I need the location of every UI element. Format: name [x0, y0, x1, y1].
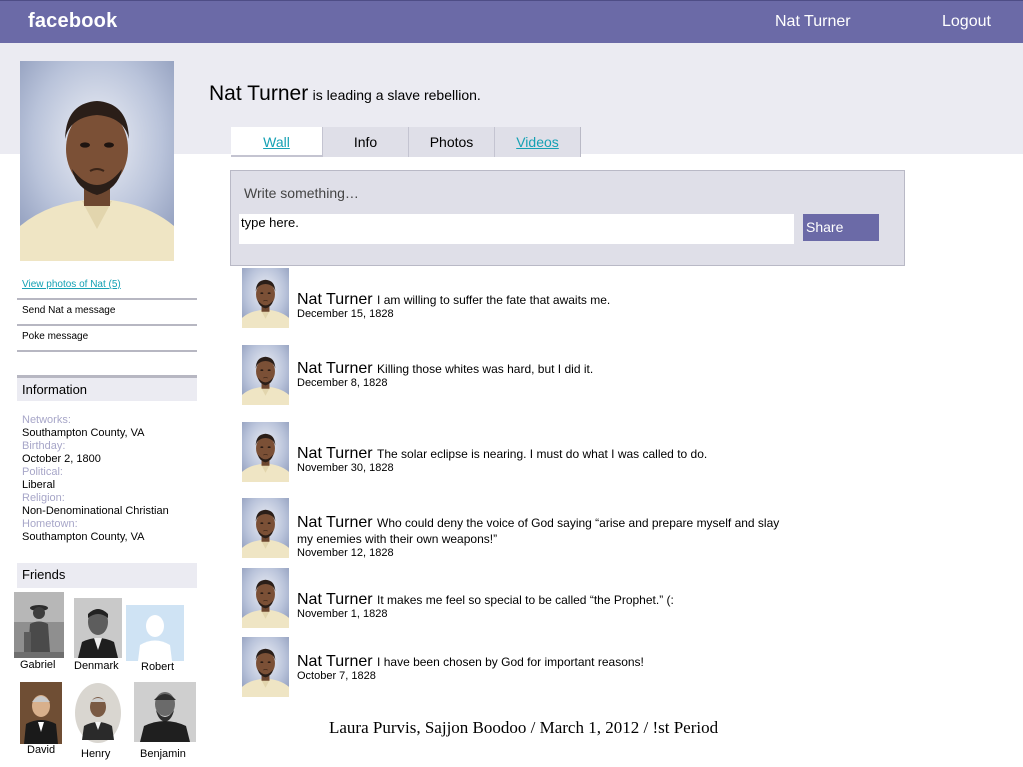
post-date: December 8, 1828 — [297, 377, 388, 389]
logout-link[interactable]: Logout — [942, 13, 991, 31]
default-avatar-icon — [126, 605, 184, 661]
post-author-name[interactable]: Nat Turner — [297, 360, 373, 377]
profile-name: Nat Turner — [209, 82, 309, 105]
friend-david[interactable]: David — [20, 682, 62, 762]
friend-photo — [74, 598, 122, 658]
friend-photo — [74, 682, 122, 744]
footer-credit: Laura Purvis, Sajjon Boodoo / March 1, 2… — [329, 718, 719, 737]
post-author-avatar[interactable] — [242, 637, 289, 697]
political-label: Political: — [22, 466, 63, 478]
post-author-avatar[interactable] — [242, 268, 289, 328]
information-heading: Information — [17, 375, 197, 401]
send-message-link[interactable]: Send Nat a message — [17, 301, 197, 326]
composer-input[interactable]: type here. — [239, 214, 794, 244]
tab-wall[interactable]: Wall — [231, 127, 323, 157]
poke-link[interactable]: Poke message — [17, 327, 197, 352]
post-date: December 15, 1828 — [297, 308, 394, 320]
information-list: Networks: Southampton County, VA Birthda… — [22, 414, 169, 544]
facebook-logo[interactable]: facebook — [28, 10, 117, 33]
profile-tabs: Wall Info Photos Videos — [231, 127, 581, 157]
tab-videos[interactable]: Videos — [495, 127, 581, 157]
profile-headline: Nat Turner is leading a slave rebellion. — [209, 82, 481, 106]
post-message: The solar eclipse is nearing. I must do … — [377, 447, 708, 461]
share-button[interactable]: Share — [803, 214, 879, 241]
friend-gabriel[interactable]: Gabriel — [13, 592, 65, 671]
tab-info[interactable]: Info — [323, 127, 409, 157]
post-date: November 30, 1828 — [297, 462, 394, 474]
top-nav-bar: facebook Nat Turner Logout — [0, 0, 1023, 43]
friend-photo — [14, 592, 64, 658]
post-author-name[interactable]: Nat Turner — [297, 514, 373, 531]
post-author-name[interactable]: Nat Turner — [297, 591, 373, 608]
friend-benjamin[interactable]: Benjamin — [134, 682, 196, 762]
post-message: I have been chosen by God for important … — [377, 655, 644, 669]
profile-name-link[interactable]: Nat Turner — [775, 13, 851, 31]
profile-picture[interactable] — [20, 61, 174, 261]
profile-action-links: View photos of Nat (5) Send Nat a messag… — [17, 275, 197, 353]
post-date: October 7, 1828 — [297, 670, 376, 682]
hometown-label: Hometown: — [22, 518, 78, 530]
post-author-avatar[interactable] — [242, 422, 289, 482]
friends-heading: Friends — [17, 563, 197, 588]
friend-photo — [20, 682, 62, 744]
post-date: November 1, 1828 — [297, 608, 388, 620]
post-author-avatar[interactable] — [242, 345, 289, 405]
post-date: November 12, 1828 — [297, 547, 394, 559]
post-author-avatar[interactable] — [242, 568, 289, 628]
wall-composer: Write something… type here. Share — [230, 170, 905, 266]
birthday-value: October 2, 1800 — [22, 453, 101, 465]
friend-denmark[interactable]: Denmark — [74, 598, 122, 672]
religion-value: Non-Denominational Christian — [22, 505, 169, 517]
political-value: Liberal — [22, 479, 56, 491]
composer-label: Write something… — [244, 185, 359, 201]
birthday-label: Birthday: — [22, 440, 66, 452]
friend-robert[interactable]: Robert — [126, 605, 184, 673]
friend-henry[interactable]: Henry — [74, 682, 122, 762]
profile-status: is leading a slave rebellion. — [312, 87, 481, 103]
post-author-avatar[interactable] — [242, 498, 289, 558]
tab-photos[interactable]: Photos — [409, 127, 495, 157]
friend-photo — [134, 682, 196, 742]
networks-label: Networks: — [22, 414, 71, 426]
post-message: I am willing to suffer the fate that awa… — [377, 293, 611, 307]
networks-value: Southampton County, VA — [22, 427, 145, 439]
hometown-value: Southampton County, VA — [22, 531, 145, 543]
post-author-name[interactable]: Nat Turner — [297, 291, 373, 308]
post-author-name[interactable]: Nat Turner — [297, 445, 373, 462]
post-author-name[interactable]: Nat Turner — [297, 653, 373, 670]
view-photos-link[interactable]: View photos of Nat (5) — [17, 275, 197, 300]
post-message: Killing those whites was hard, but I did… — [377, 362, 594, 376]
post-message: It makes me feel so special to be called… — [377, 593, 674, 607]
religion-label: Religion: — [22, 492, 65, 504]
